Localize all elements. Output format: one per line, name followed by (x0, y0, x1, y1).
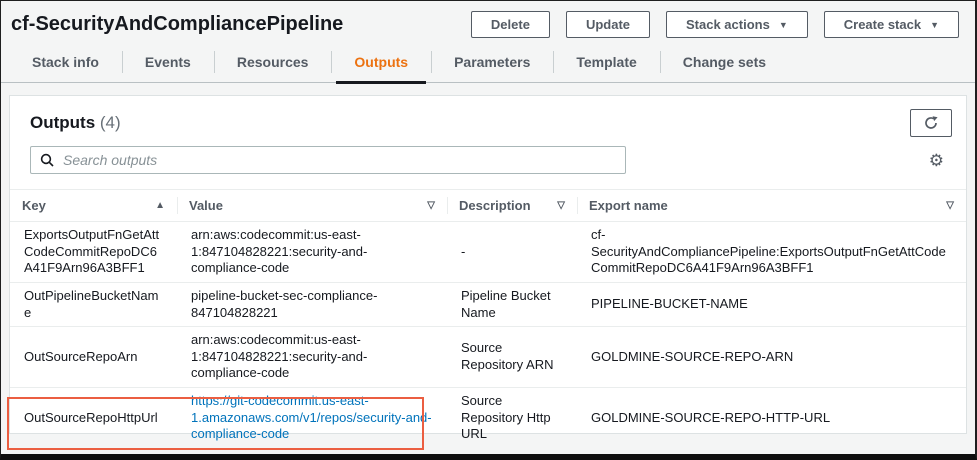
output-value: https://git-codecommit.us-east-1.amazona… (177, 386, 447, 448)
output-export-name: GOLDMINE-SOURCE-REPO-ARN (577, 326, 966, 388)
page-title: cf-SecurityAndCompliancePipeline (11, 13, 344, 35)
update-button-label: Update (585, 17, 630, 32)
outputs-title-text: Outputs (30, 113, 96, 132)
tab-stack-info[interactable]: Stack info (9, 42, 122, 82)
column-header-key-label: Key (22, 198, 46, 213)
stack-actions-dropdown-button[interactable]: Stack actions ▼ (666, 11, 808, 38)
outputs-table: Key ▲ Value ▽ Description ▽ Export name … (10, 189, 966, 448)
stack-action-buttons: Delete Update Stack actions ▼ Create sta… (470, 11, 959, 38)
table-row: ExportsOutputFnGetAttCodeCommitRepoDC6A4… (10, 222, 966, 283)
sort-asc-icon[interactable]: ▲ (155, 200, 165, 211)
output-description: Source Repository ARN (447, 326, 577, 388)
tab-resources[interactable]: Resources (213, 42, 332, 82)
output-description: Source Repository Http URL (447, 386, 577, 448)
output-export-name: PIPELINE-BUCKET-NAME (577, 281, 966, 327)
update-button[interactable]: Update (565, 11, 650, 38)
output-value: pipeline-bucket-sec-compliance-847104828… (177, 281, 447, 327)
sort-toggle-icon[interactable]: ▽ (946, 200, 954, 211)
caret-down-icon: ▼ (930, 20, 939, 30)
column-header-description[interactable]: Description ▽ (447, 189, 577, 222)
search-input[interactable] (61, 151, 616, 169)
outputs-toolbar: ⚙ (10, 142, 966, 175)
output-export-name: cf-SecurityAndCompliancePipeline:Exports… (591, 227, 946, 276)
tab-parameters[interactable]: Parameters (431, 42, 553, 82)
cloudformation-stack-page: cf-SecurityAndCompliancePipeline Delete … (0, 0, 977, 460)
output-description: Pipeline Bucket Name (447, 281, 577, 327)
search-icon (40, 153, 54, 167)
tab-events[interactable]: Events (121, 42, 214, 82)
repo-http-url-link[interactable]: https://git-codecommit.us-east-1.amazona… (191, 393, 432, 441)
outputs-panel-header: Outputs (4) (10, 96, 966, 142)
outputs-title: Outputs (4) (30, 113, 121, 133)
delete-button[interactable]: Delete (470, 11, 550, 38)
sort-toggle-icon[interactable]: ▽ (557, 200, 565, 211)
sort-toggle-icon[interactable]: ▽ (427, 200, 435, 211)
column-header-key[interactable]: Key ▲ (10, 189, 177, 222)
create-stack-button-label: Create stack (843, 17, 922, 32)
delete-button-label: Delete (490, 17, 530, 32)
table-row: OutPipelineBucketName pipeline-bucket-se… (10, 281, 966, 327)
output-key: OutSourceRepoArn (10, 326, 177, 388)
output-value: arn:aws:codecommit:us-east-1:84710482822… (177, 326, 447, 388)
output-export-name: GOLDMINE-SOURCE-REPO-HTTP-URL (577, 386, 966, 448)
output-key: ExportsOutputFnGetAttCodeCommitRepoDC6A4… (24, 227, 160, 276)
column-header-value-label: Value (189, 198, 223, 213)
stack-tabs: Stack info Events Resources Outputs Para… (1, 42, 975, 84)
stack-actions-button-label: Stack actions (686, 17, 770, 32)
output-description: - (461, 243, 466, 259)
column-header-export-name[interactable]: Export name ▽ (577, 189, 966, 222)
column-header-description-label: Description (459, 198, 531, 213)
column-header-value[interactable]: Value ▽ (177, 189, 447, 222)
table-row: OutSourceRepoArn arn:aws:codecommit:us-e… (10, 326, 966, 388)
tab-template[interactable]: Template (553, 42, 659, 82)
tab-change-sets[interactable]: Change sets (659, 42, 789, 82)
stack-header: cf-SecurityAndCompliancePipeline Delete … (1, 1, 975, 42)
table-row: OutSourceRepoHttpUrl https://git-codecom… (10, 386, 966, 448)
output-key: OutSourceRepoHttpUrl (10, 386, 177, 448)
search-box[interactable] (30, 146, 626, 174)
gear-icon[interactable]: ⚙ (929, 152, 944, 169)
output-key: OutPipelineBucketName (10, 281, 177, 327)
output-value: arn:aws:codecommit:us-east-1:84710482822… (191, 227, 368, 276)
tab-outputs[interactable]: Outputs (331, 42, 431, 84)
table-header-row: Key ▲ Value ▽ Description ▽ Export name … (10, 189, 966, 222)
outputs-panel: Outputs (4) ⚙ (9, 95, 967, 448)
create-stack-dropdown-button[interactable]: Create stack ▼ (823, 11, 959, 38)
outputs-count: (4) (99, 113, 121, 132)
caret-down-icon: ▼ (778, 20, 788, 30)
refresh-icon (925, 116, 938, 129)
column-header-export-name-label: Export name (589, 198, 668, 213)
refresh-button[interactable] (910, 109, 952, 137)
